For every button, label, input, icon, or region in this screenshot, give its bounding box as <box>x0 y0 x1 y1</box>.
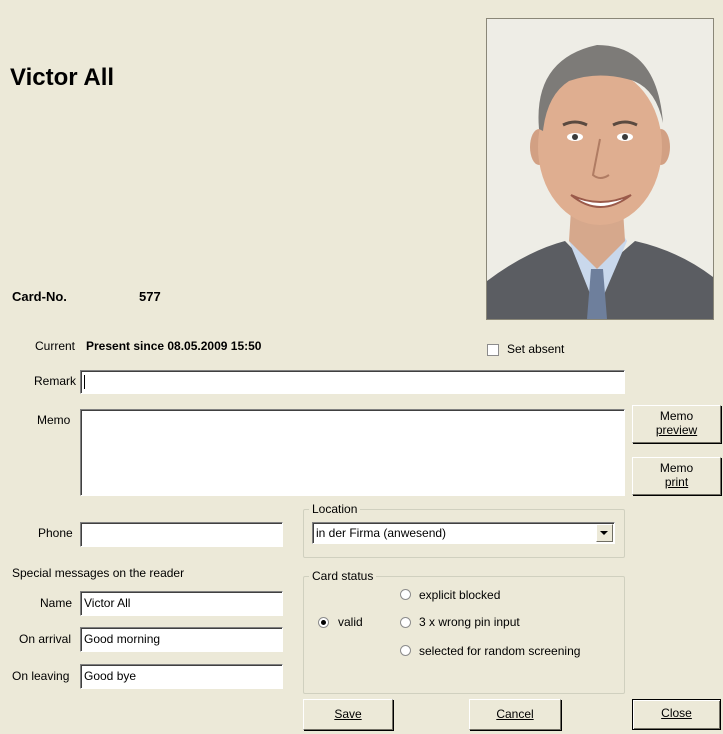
on-arrival-input[interactable]: Good morning <box>80 627 283 652</box>
reader-name-label: Name <box>40 596 73 610</box>
special-messages-heading: Special messages on the reader <box>12 566 185 580</box>
save-button[interactable]: Save <box>303 699 393 730</box>
remark-input[interactable] <box>80 370 625 394</box>
wrong-pin-radio[interactable] <box>400 617 411 628</box>
memo-textarea[interactable] <box>80 409 625 496</box>
portrait-image <box>487 19 713 319</box>
text-caret <box>84 375 85 389</box>
explicit-blocked-label: explicit blocked <box>419 588 501 602</box>
current-status: Present since 08.05.2009 15:50 <box>86 339 262 353</box>
location-legend: Location <box>309 502 361 516</box>
reader-name-input[interactable]: Victor All <box>80 591 283 616</box>
card-no-value: 577 <box>139 289 161 304</box>
explicit-blocked-radio[interactable] <box>400 589 411 600</box>
remark-label: Remark <box>34 374 77 388</box>
cancel-button[interactable]: Cancel <box>469 699 561 730</box>
close-button[interactable]: Close <box>632 699 721 730</box>
memo-print-line1: Memo <box>659 461 694 475</box>
memo-print-button[interactable]: Memo print <box>632 457 721 495</box>
wrong-pin-label: 3 x wrong pin input <box>419 615 520 629</box>
on-leaving-input[interactable]: Good bye <box>80 664 283 689</box>
memo-preview-line1: Memo <box>659 409 694 423</box>
set-absent-checkbox[interactable] <box>487 344 499 356</box>
memo-preview-button[interactable]: Memo preview <box>632 405 721 443</box>
random-screening-label: selected for random screening <box>419 644 581 658</box>
memo-preview-line2: preview <box>655 423 698 437</box>
person-name: Victor All <box>10 64 115 91</box>
location-selected-value: in der Firma (anwesend) <box>316 526 447 540</box>
random-screening-radio[interactable] <box>400 645 411 656</box>
valid-radio[interactable] <box>318 617 329 628</box>
current-label: Current <box>35 339 76 353</box>
person-photo <box>486 18 714 320</box>
location-select[interactable]: in der Firma (anwesend) <box>312 522 615 544</box>
phone-label: Phone <box>38 526 73 540</box>
valid-radio-label: valid <box>338 615 363 629</box>
on-arrival-label: On arrival <box>19 632 72 646</box>
card-no-label: Card-No. <box>12 289 67 304</box>
set-absent-label: Set absent <box>507 342 565 356</box>
dropdown-arrow-button[interactable] <box>596 524 613 542</box>
on-leaving-label: On leaving <box>12 669 70 683</box>
card-status-legend: Card status <box>309 569 377 583</box>
phone-input[interactable] <box>80 522 283 547</box>
memo-label: Memo <box>37 413 71 427</box>
chevron-down-icon <box>600 531 608 535</box>
memo-print-line2: print <box>664 475 689 489</box>
